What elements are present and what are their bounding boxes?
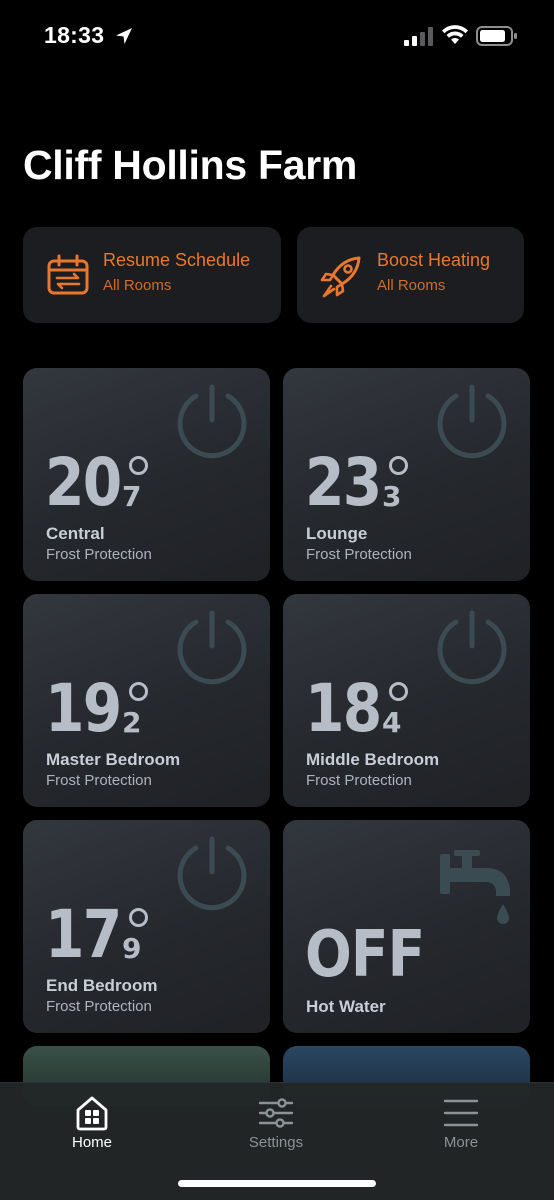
rocket-icon	[320, 256, 361, 298]
resume-schedule-subtitle: All Rooms	[103, 277, 172, 294]
boost-heating-button[interactable]: Boost Heating All Rooms	[297, 227, 524, 323]
tab-more-label: More	[443, 1134, 479, 1151]
zone-temperature-decimal: 9	[122, 932, 142, 965]
battery-icon	[476, 26, 517, 46]
zone-tile-lounge[interactable]: 23 3 Lounge Frost Protection	[283, 368, 530, 581]
zone-temperature: 20	[45, 444, 122, 521]
zone-tile-middle-bedroom[interactable]: 18 4 Middle Bedroom Frost Protection	[283, 594, 530, 807]
zone-name: Middle Bedroom	[306, 750, 440, 769]
hot-water-tile[interactable]: OFF Hot Water	[283, 820, 530, 1033]
power-icon	[437, 384, 507, 459]
zone-name: Master Bedroom	[46, 750, 181, 769]
home-indicator[interactable]	[178, 1180, 376, 1187]
zone-temperature-decimal: 4	[382, 706, 402, 739]
location-arrow-icon	[116, 28, 132, 44]
tab-home[interactable]: Home	[22, 1083, 162, 1163]
zone-temperature: 17	[45, 896, 122, 973]
zone-temperature: 19	[45, 670, 122, 747]
zone-mode: Frost Protection	[46, 772, 152, 789]
tap-icon	[440, 850, 510, 924]
zone-name: End Bedroom	[46, 976, 158, 995]
degree-symbol	[129, 456, 148, 475]
resume-schedule-label: Resume Schedule	[103, 250, 251, 270]
zone-tile-master-bedroom[interactable]: 19 2 Master Bedroom Frost Protection	[23, 594, 270, 807]
tab-more[interactable]: More	[391, 1083, 531, 1163]
zone-name: Central	[46, 524, 105, 543]
status-bar: 18:33	[0, 0, 554, 74]
degree-symbol	[389, 456, 408, 475]
tab-settings-label: Settings	[248, 1134, 304, 1151]
app-screen: 18:33 Cliff Hollins Farm Resume Schedule…	[0, 0, 554, 1200]
tab-home-label: Home	[71, 1134, 112, 1151]
zone-mode: Frost Protection	[306, 772, 412, 789]
sliders-icon	[258, 1098, 294, 1128]
zone-tile-central[interactable]: 20 7 Central Frost Protection	[23, 368, 270, 581]
boost-heating-subtitle: All Rooms	[377, 277, 446, 294]
home-icon	[76, 1096, 108, 1131]
degree-symbol	[389, 682, 408, 701]
status-time: 18:33	[44, 22, 105, 48]
zone-tile-end-bedroom[interactable]: 17 9 End Bedroom Frost Protection	[23, 820, 270, 1033]
zone-mode: Frost Protection	[46, 998, 152, 1015]
tab-settings[interactable]: Settings	[206, 1083, 346, 1163]
calendar-icon	[47, 254, 89, 295]
zone-temperature-decimal: 3	[382, 480, 402, 513]
degree-symbol	[129, 682, 148, 701]
zone-mode: Frost Protection	[306, 546, 412, 563]
zone-mode: Frost Protection	[46, 546, 152, 563]
power-icon	[177, 384, 247, 459]
power-icon	[177, 610, 247, 685]
boost-heating-label: Boost Heating	[377, 250, 491, 270]
zone-temperature: 18	[305, 670, 382, 747]
zone-temperature: 23	[305, 444, 382, 521]
zone-temperature-decimal: 2	[122, 706, 142, 739]
resume-schedule-button[interactable]: Resume Schedule All Rooms	[23, 227, 281, 323]
hot-water-name: Hot Water	[306, 997, 386, 1016]
hot-water-state: OFF	[305, 918, 425, 992]
page-title: Cliff Hollins Farm	[23, 142, 358, 188]
power-icon	[177, 836, 247, 911]
wifi-icon	[442, 25, 468, 44]
power-icon	[437, 610, 507, 685]
menu-icon	[443, 1099, 479, 1127]
degree-symbol	[129, 908, 148, 927]
cellular-signal-icon	[404, 27, 433, 46]
zone-name: Lounge	[306, 524, 368, 543]
zone-temperature-decimal: 7	[122, 480, 142, 513]
